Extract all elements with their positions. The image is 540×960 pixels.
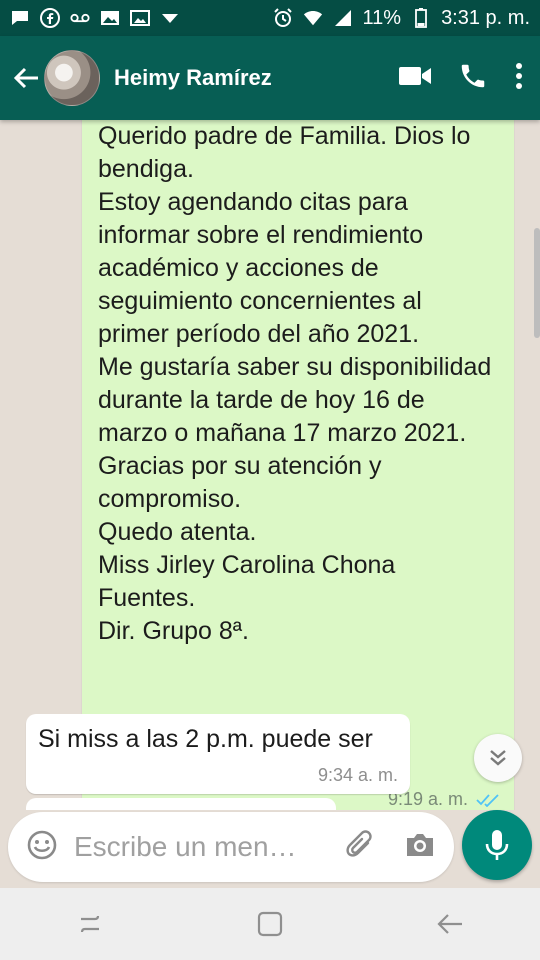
composer	[8, 812, 454, 882]
status-right-icons: 11% 3:31 p. m.	[273, 7, 530, 30]
video-call-button[interactable]	[398, 64, 432, 93]
scroll-to-bottom-button[interactable]	[474, 734, 522, 782]
voice-call-button[interactable]	[458, 61, 488, 96]
microphone-icon	[485, 830, 509, 860]
voice-message-button[interactable]	[462, 810, 532, 880]
more-options-icon	[516, 62, 522, 89]
battery-percentage: 11%	[362, 6, 402, 29]
message-time: 9:34 a. m.	[317, 765, 398, 785]
incoming-message[interactable]: Si miss a las 2 p.m. puede ser 9:34 a. m…	[26, 714, 410, 794]
home-button[interactable]	[240, 894, 300, 954]
camera-icon	[407, 833, 433, 856]
read-ticks-icon	[476, 793, 499, 807]
status-left-icons	[10, 8, 180, 28]
back-nav-icon	[437, 914, 462, 934]
composer-actions	[346, 829, 436, 866]
facebook-icon	[40, 8, 60, 28]
dropdown-icon	[160, 9, 180, 27]
back-button[interactable]	[10, 58, 42, 98]
recent-apps-button[interactable]	[60, 894, 120, 954]
back-arrow-icon	[13, 67, 38, 89]
status-bar: 11% 3:31 p. m.	[0, 0, 540, 36]
message-input[interactable]	[72, 830, 316, 864]
recent-apps-icon	[80, 915, 100, 933]
home-icon	[257, 911, 283, 937]
message-text: Querido padre de Familia. Dios lo bendig…	[98, 122, 492, 645]
outgoing-message[interactable]: Querido padre de Familia. Dios lo bendig…	[82, 120, 514, 810]
paperclip-icon	[346, 829, 372, 857]
incoming-message-partial[interactable]	[26, 798, 336, 810]
signal-icon	[333, 9, 353, 27]
contact-name[interactable]: Heimy Ramírez	[114, 65, 398, 91]
wifi-icon	[303, 9, 323, 27]
voicemail-icon	[70, 9, 90, 27]
video-call-icon	[399, 66, 431, 85]
photo-icon	[130, 9, 150, 27]
emoji-icon	[27, 830, 57, 859]
chat-header: Heimy Ramírez	[0, 36, 540, 120]
more-options-button[interactable]	[514, 62, 524, 95]
scrollbar[interactable]	[534, 228, 540, 338]
alarm-icon	[273, 8, 293, 27]
message-text: Si miss a las 2 p.m. puede ser	[38, 725, 373, 753]
header-actions	[398, 61, 524, 96]
system-navigation-bar	[0, 888, 540, 960]
message-icon	[10, 9, 30, 27]
battery-icon	[411, 8, 431, 28]
phone-icon	[461, 64, 485, 87]
image-icon	[100, 9, 120, 27]
avatar[interactable]	[44, 50, 100, 106]
back-nav-button[interactable]	[420, 894, 480, 954]
chat-area[interactable]: Querido padre de Familia. Dios lo bendig…	[0, 120, 540, 810]
status-time: 3:31 p. m.	[441, 6, 530, 29]
attach-button[interactable]	[346, 829, 376, 866]
double-chevron-down-icon	[490, 750, 506, 766]
emoji-button[interactable]	[26, 829, 58, 866]
camera-button[interactable]	[404, 831, 436, 864]
